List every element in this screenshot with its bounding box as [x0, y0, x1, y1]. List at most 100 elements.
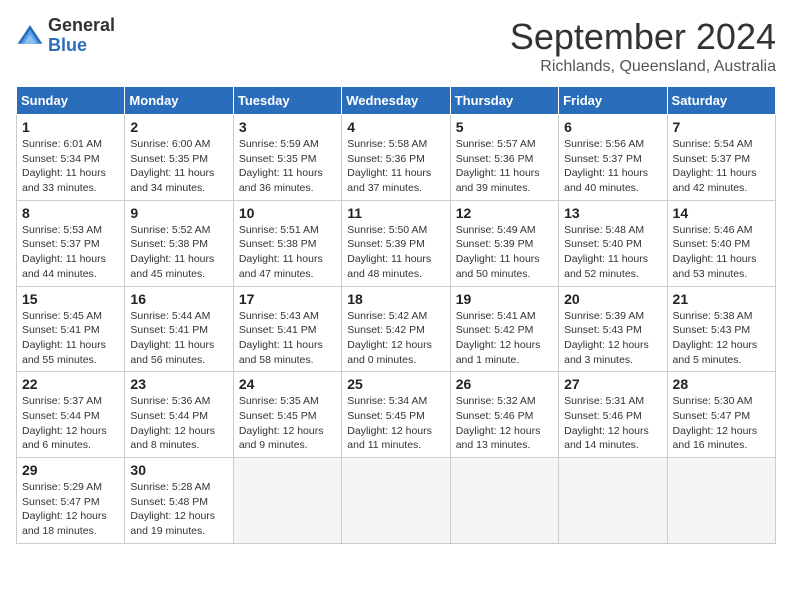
day-number: 12: [456, 205, 553, 221]
calendar-day-cell: 16Sunrise: 5:44 AM Sunset: 5:41 PM Dayli…: [125, 286, 233, 372]
day-number: 3: [239, 119, 336, 135]
page-header: General Blue September 2024 Richlands, Q…: [16, 16, 776, 76]
day-info: Sunrise: 5:39 AM Sunset: 5:43 PM Dayligh…: [564, 309, 661, 368]
day-info: Sunrise: 5:49 AM Sunset: 5:39 PM Dayligh…: [456, 223, 553, 282]
calendar-day-cell: 12 Sunrise: 5:49 AM Sunset: 5:39 PM Dayli…: [450, 200, 558, 286]
calendar-week-row: 1 Sunrise: 6:01 AM Sunset: 5:34 PM Daylig…: [17, 115, 776, 201]
calendar-day-cell: 24Sunrise: 5:35 AM Sunset: 5:45 PM Dayli…: [233, 372, 341, 458]
weekday-header-friday: Friday: [559, 87, 667, 115]
day-number: 17: [239, 291, 336, 307]
calendar-day-cell: [342, 458, 450, 544]
weekday-header-sunday: Sunday: [17, 87, 125, 115]
calendar-week-row: 22Sunrise: 5:37 AM Sunset: 5:44 PM Dayli…: [17, 372, 776, 458]
calendar-week-row: 8 Sunrise: 5:53 AM Sunset: 5:37 PM Daylig…: [17, 200, 776, 286]
day-info: Sunrise: 5:57 AM Sunset: 5:36 PM Dayligh…: [456, 137, 553, 196]
day-number: 27: [564, 376, 661, 392]
day-info: Sunrise: 5:29 AM Sunset: 5:47 PM Dayligh…: [22, 480, 119, 539]
day-info: Sunrise: 5:36 AM Sunset: 5:44 PM Dayligh…: [130, 394, 227, 453]
day-number: 7: [673, 119, 770, 135]
calendar-day-cell: [667, 458, 775, 544]
day-number: 10: [239, 205, 336, 221]
calendar-day-cell: 21Sunrise: 5:38 AM Sunset: 5:43 PM Dayli…: [667, 286, 775, 372]
title-block: September 2024 Richlands, Queensland, Au…: [510, 16, 776, 76]
weekday-header-saturday: Saturday: [667, 87, 775, 115]
day-number: 30: [130, 462, 227, 478]
weekday-header-monday: Monday: [125, 87, 233, 115]
day-info: Sunrise: 5:45 AM Sunset: 5:41 PM Dayligh…: [22, 309, 119, 368]
calendar-day-cell: 25 Sunrise: 5:34 AM Sunset: 5:45 PM Dayli…: [342, 372, 450, 458]
calendar-day-cell: 14 Sunrise: 5:46 AM Sunset: 5:40 PM Dayli…: [667, 200, 775, 286]
weekday-header-tuesday: Tuesday: [233, 87, 341, 115]
calendar-day-cell: [450, 458, 558, 544]
day-number: 2: [130, 119, 227, 135]
calendar-day-cell: 4 Sunrise: 5:58 AM Sunset: 5:36 PM Daylig…: [342, 115, 450, 201]
calendar-day-cell: 28Sunrise: 5:30 AM Sunset: 5:47 PM Dayli…: [667, 372, 775, 458]
day-number: 18: [347, 291, 444, 307]
day-number: 25: [347, 376, 444, 392]
day-info: Sunrise: 5:54 AM Sunset: 5:37 PM Dayligh…: [673, 137, 770, 196]
day-info: Sunrise: 5:46 AM Sunset: 5:40 PM Dayligh…: [673, 223, 770, 282]
calendar-day-cell: 29 Sunrise: 5:29 AM Sunset: 5:47 PM Dayli…: [17, 458, 125, 544]
day-number: 24: [239, 376, 336, 392]
calendar-day-cell: 22Sunrise: 5:37 AM Sunset: 5:44 PM Dayli…: [17, 372, 125, 458]
day-number: 6: [564, 119, 661, 135]
day-info: Sunrise: 5:56 AM Sunset: 5:37 PM Dayligh…: [564, 137, 661, 196]
logo-blue: Blue: [48, 36, 115, 56]
day-number: 29: [22, 462, 119, 478]
day-info: Sunrise: 5:52 AM Sunset: 5:38 PM Dayligh…: [130, 223, 227, 282]
calendar-week-row: 29 Sunrise: 5:29 AM Sunset: 5:47 PM Dayli…: [17, 458, 776, 544]
day-number: 23: [130, 376, 227, 392]
month-title: September 2024: [510, 16, 776, 58]
day-number: 9: [130, 205, 227, 221]
day-number: 28: [673, 376, 770, 392]
day-number: 16: [130, 291, 227, 307]
calendar-day-cell: 18Sunrise: 5:42 AM Sunset: 5:42 PM Dayli…: [342, 286, 450, 372]
calendar-day-cell: 20 Sunrise: 5:39 AM Sunset: 5:43 PM Dayli…: [559, 286, 667, 372]
day-number: 8: [22, 205, 119, 221]
calendar-day-cell: 3 Sunrise: 5:59 AM Sunset: 5:35 PM Daylig…: [233, 115, 341, 201]
calendar-day-cell: [233, 458, 341, 544]
day-info: Sunrise: 5:34 AM Sunset: 5:45 PM Dayligh…: [347, 394, 444, 453]
calendar-day-cell: 30 Sunrise: 5:28 AM Sunset: 5:48 PM Dayli…: [125, 458, 233, 544]
day-info: Sunrise: 5:59 AM Sunset: 5:35 PM Dayligh…: [239, 137, 336, 196]
calendar-day-cell: 13 Sunrise: 5:48 AM Sunset: 5:40 PM Dayli…: [559, 200, 667, 286]
calendar-week-row: 15 Sunrise: 5:45 AM Sunset: 5:41 PM Dayli…: [17, 286, 776, 372]
day-info: Sunrise: 5:48 AM Sunset: 5:40 PM Dayligh…: [564, 223, 661, 282]
calendar-day-cell: [559, 458, 667, 544]
calendar-day-cell: 7 Sunrise: 5:54 AM Sunset: 5:37 PM Daylig…: [667, 115, 775, 201]
day-info: Sunrise: 5:28 AM Sunset: 5:48 PM Dayligh…: [130, 480, 227, 539]
day-info: Sunrise: 5:58 AM Sunset: 5:36 PM Dayligh…: [347, 137, 444, 196]
day-number: 13: [564, 205, 661, 221]
day-number: 26: [456, 376, 553, 392]
day-info: Sunrise: 5:37 AM Sunset: 5:44 PM Dayligh…: [22, 394, 119, 453]
calendar-table: SundayMondayTuesdayWednesdayThursdayFrid…: [16, 86, 776, 544]
day-info: Sunrise: 5:43 AM Sunset: 5:41 PM Dayligh…: [239, 309, 336, 368]
calendar-day-cell: 17 Sunrise: 5:43 AM Sunset: 5:41 PM Dayli…: [233, 286, 341, 372]
day-info: Sunrise: 5:31 AM Sunset: 5:46 PM Dayligh…: [564, 394, 661, 453]
calendar-day-cell: 23 Sunrise: 5:36 AM Sunset: 5:44 PM Dayli…: [125, 372, 233, 458]
day-number: 14: [673, 205, 770, 221]
day-info: Sunrise: 5:38 AM Sunset: 5:43 PM Dayligh…: [673, 309, 770, 368]
calendar-day-cell: 15 Sunrise: 5:45 AM Sunset: 5:41 PM Dayli…: [17, 286, 125, 372]
day-info: Sunrise: 5:51 AM Sunset: 5:38 PM Dayligh…: [239, 223, 336, 282]
day-info: Sunrise: 6:00 AM Sunset: 5:35 PM Dayligh…: [130, 137, 227, 196]
calendar-day-cell: 2 Sunrise: 6:00 AM Sunset: 5:35 PM Daylig…: [125, 115, 233, 201]
day-number: 15: [22, 291, 119, 307]
day-info: Sunrise: 5:53 AM Sunset: 5:37 PM Dayligh…: [22, 223, 119, 282]
calendar-day-cell: 8 Sunrise: 5:53 AM Sunset: 5:37 PM Daylig…: [17, 200, 125, 286]
logo-text: General Blue: [48, 16, 115, 56]
weekday-header-thursday: Thursday: [450, 87, 558, 115]
day-info: Sunrise: 6:01 AM Sunset: 5:34 PM Dayligh…: [22, 137, 119, 196]
logo: General Blue: [16, 16, 115, 56]
day-number: 5: [456, 119, 553, 135]
day-number: 1: [22, 119, 119, 135]
location-subtitle: Richlands, Queensland, Australia: [510, 58, 776, 76]
day-info: Sunrise: 5:50 AM Sunset: 5:39 PM Dayligh…: [347, 223, 444, 282]
calendar-day-cell: 9 Sunrise: 5:52 AM Sunset: 5:38 PM Daylig…: [125, 200, 233, 286]
day-number: 11: [347, 205, 444, 221]
calendar-day-cell: 26Sunrise: 5:32 AM Sunset: 5:46 PM Dayli…: [450, 372, 558, 458]
day-info: Sunrise: 5:41 AM Sunset: 5:42 PM Dayligh…: [456, 309, 553, 368]
day-number: 20: [564, 291, 661, 307]
calendar-day-cell: 6 Sunrise: 5:56 AM Sunset: 5:37 PM Daylig…: [559, 115, 667, 201]
day-number: 4: [347, 119, 444, 135]
